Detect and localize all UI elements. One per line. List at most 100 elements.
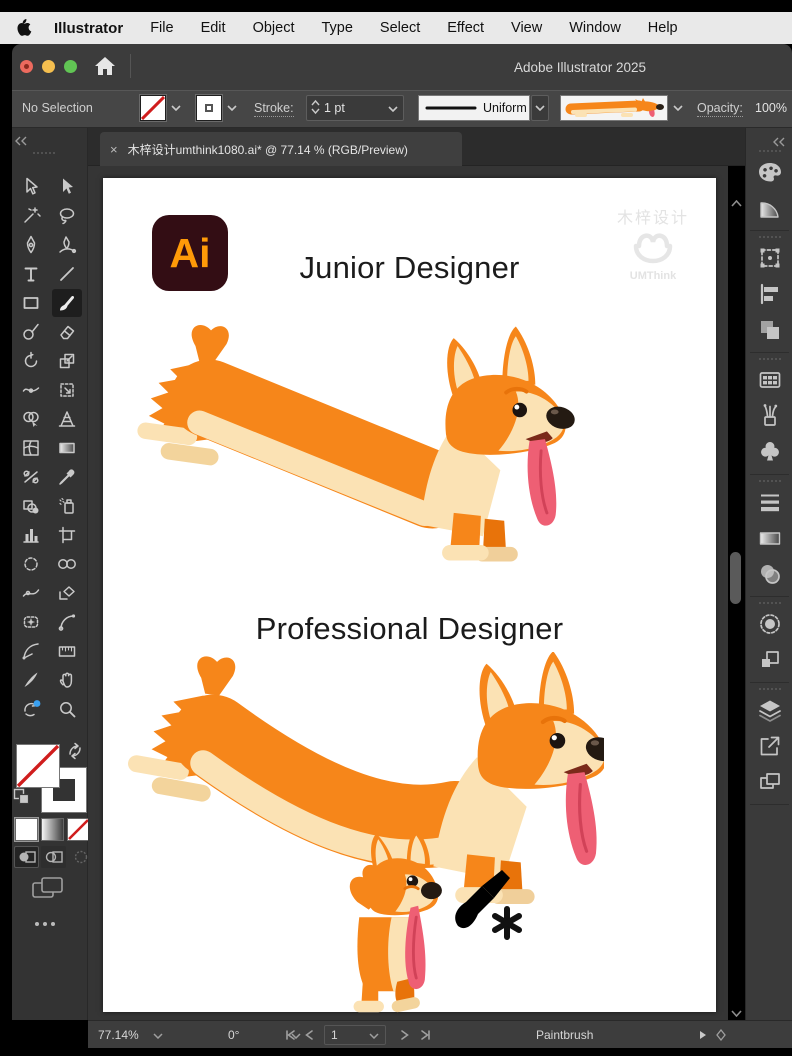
panel-appearance[interactable]: [756, 610, 784, 638]
menu-view[interactable]: View: [511, 20, 542, 36]
tool-slice[interactable]: [16, 550, 46, 578]
artboard[interactable]: Ai Junior Designer 木梓设计 UMThink Professi…: [103, 178, 716, 1013]
stroke-swatch[interactable]: [195, 94, 223, 122]
tool-lasso[interactable]: [52, 202, 82, 230]
zoom-window-button[interactable]: [64, 60, 77, 73]
panel-align[interactable]: [756, 280, 784, 308]
document-tab[interactable]: × 木梓设计umthink1080.ai* @ 77.14 % (RGB/Pre…: [100, 132, 462, 166]
tool-knife[interactable]: [16, 666, 46, 694]
draw-behind-button[interactable]: [41, 846, 66, 868]
menu-select[interactable]: Select: [380, 20, 420, 36]
tools-drag-handle[interactable]: [33, 152, 55, 154]
tool-puppet-warp[interactable]: [16, 608, 46, 636]
tool-reshape[interactable]: [52, 579, 82, 607]
panel-drag-handle[interactable]: [759, 236, 781, 238]
apple-menu-icon[interactable]: [16, 19, 32, 37]
tool-mesh[interactable]: [16, 434, 46, 462]
menu-type[interactable]: Type: [321, 20, 352, 36]
tool-curve-pen[interactable]: [16, 637, 46, 665]
panel-graphic-styles[interactable]: [756, 646, 784, 674]
panel-gradient[interactable]: [756, 524, 784, 552]
stroke-dropdown-chevron-icon[interactable]: [225, 95, 239, 121]
tool-gradient[interactable]: [52, 434, 82, 462]
panel-pathfinder[interactable]: [756, 316, 784, 344]
status-diamond-icon[interactable]: [716, 1025, 726, 1045]
panel-asset-export[interactable]: [756, 732, 784, 760]
tool-shaper[interactable]: [16, 318, 46, 346]
tab-close-icon[interactable]: ×: [110, 142, 118, 157]
tool-width[interactable]: [16, 376, 46, 404]
panel-drag-handle[interactable]: [759, 358, 781, 360]
tool-arc[interactable]: [52, 608, 82, 636]
tool-perspective-grid[interactable]: [52, 405, 82, 433]
canvas-vertical-scrollbar[interactable]: [728, 166, 744, 1020]
fill-color-button[interactable]: [14, 817, 39, 842]
tool-curvature[interactable]: [52, 231, 82, 259]
brush-definition-preview[interactable]: [560, 95, 668, 121]
panel-drag-handle[interactable]: [759, 688, 781, 690]
tool-selection[interactable]: [16, 173, 46, 201]
menu-object[interactable]: Object: [253, 20, 295, 36]
stroke-weight-field[interactable]: 1 pt: [306, 95, 404, 121]
panel-gradient-tool[interactable]: [756, 194, 784, 222]
fill-none-swatch[interactable]: [139, 94, 167, 122]
swap-fill-stroke-icon[interactable]: [66, 742, 84, 765]
tool-hand[interactable]: [52, 666, 82, 694]
tool-symbol-shifter[interactable]: [16, 492, 46, 520]
tool-symbol-sprayer[interactable]: [52, 492, 82, 520]
menu-help[interactable]: Help: [648, 20, 678, 36]
status-popup-icon[interactable]: [698, 1025, 708, 1045]
panel-swatches[interactable]: [756, 366, 784, 394]
tool-scale[interactable]: [52, 347, 82, 375]
zoom-level-field[interactable]: 77.14%: [98, 1025, 163, 1045]
menu-effect[interactable]: Effect: [447, 20, 484, 36]
scroll-up-icon[interactable]: [731, 194, 742, 212]
tool-direct-selection[interactable]: [52, 173, 82, 201]
minimize-window-button[interactable]: [42, 60, 55, 73]
panel-brushes[interactable]: [756, 402, 784, 430]
tool-eraser[interactable]: [52, 318, 82, 346]
close-window-button[interactable]: [20, 60, 33, 73]
tool-column-graph[interactable]: [16, 521, 46, 549]
menu-illustrator[interactable]: Illustrator: [54, 20, 123, 37]
scrollbar-thumb[interactable]: [730, 552, 741, 604]
panel-transform[interactable]: [756, 244, 784, 272]
tool-rectangle[interactable]: [16, 289, 46, 317]
tool-eyedropper[interactable]: [52, 463, 82, 491]
opacity-value[interactable]: 100%: [755, 101, 787, 115]
panel-symbols[interactable]: [756, 438, 784, 466]
tool-rotate[interactable]: [16, 347, 46, 375]
tool-rotate-view[interactable]: [16, 695, 46, 723]
edit-toolbar-ellipsis-icon[interactable]: [35, 922, 55, 926]
draw-normal-button[interactable]: [14, 846, 39, 868]
tool-zoom[interactable]: [52, 695, 82, 723]
first-artboard-button[interactable]: [284, 1025, 296, 1045]
menu-window[interactable]: Window: [569, 20, 621, 36]
opacity-label[interactable]: Opacity:: [697, 101, 743, 117]
panel-drag-handle[interactable]: [759, 150, 781, 152]
panel-drag-handle[interactable]: [759, 602, 781, 604]
fill-gradient-button[interactable]: [41, 818, 64, 841]
tool-line-segment[interactable]: [52, 260, 82, 288]
tool-artboard[interactable]: [52, 521, 82, 549]
width-profile-chevron-icon[interactable]: [531, 95, 549, 121]
panel-stroke[interactable]: [756, 488, 784, 516]
tool-pen[interactable]: [16, 231, 46, 259]
tool-type[interactable]: [16, 260, 46, 288]
panel-transparency[interactable]: [756, 560, 784, 588]
fill-dropdown-chevron-icon[interactable]: [169, 95, 183, 121]
stroke-weight-value[interactable]: 1 pt: [324, 101, 345, 115]
panel-layers[interactable]: [756, 696, 784, 724]
stroke-weight-chevron-icon[interactable]: [388, 101, 403, 115]
stroke-weight-label[interactable]: Stroke:: [254, 101, 294, 117]
panel-color[interactable]: [756, 158, 784, 186]
tools-collapse-icon[interactable]: [14, 133, 28, 151]
fill-color-indicator[interactable]: [16, 744, 60, 788]
tool-slice-selection[interactable]: [52, 550, 82, 578]
tool-measure[interactable]: [52, 637, 82, 665]
default-fill-stroke-icon[interactable]: [13, 788, 31, 811]
panel-drag-handle[interactable]: [759, 480, 781, 482]
tool-free-transform[interactable]: [52, 376, 82, 404]
tool-shape-builder[interactable]: [16, 405, 46, 433]
next-artboard-button[interactable]: [400, 1025, 410, 1045]
